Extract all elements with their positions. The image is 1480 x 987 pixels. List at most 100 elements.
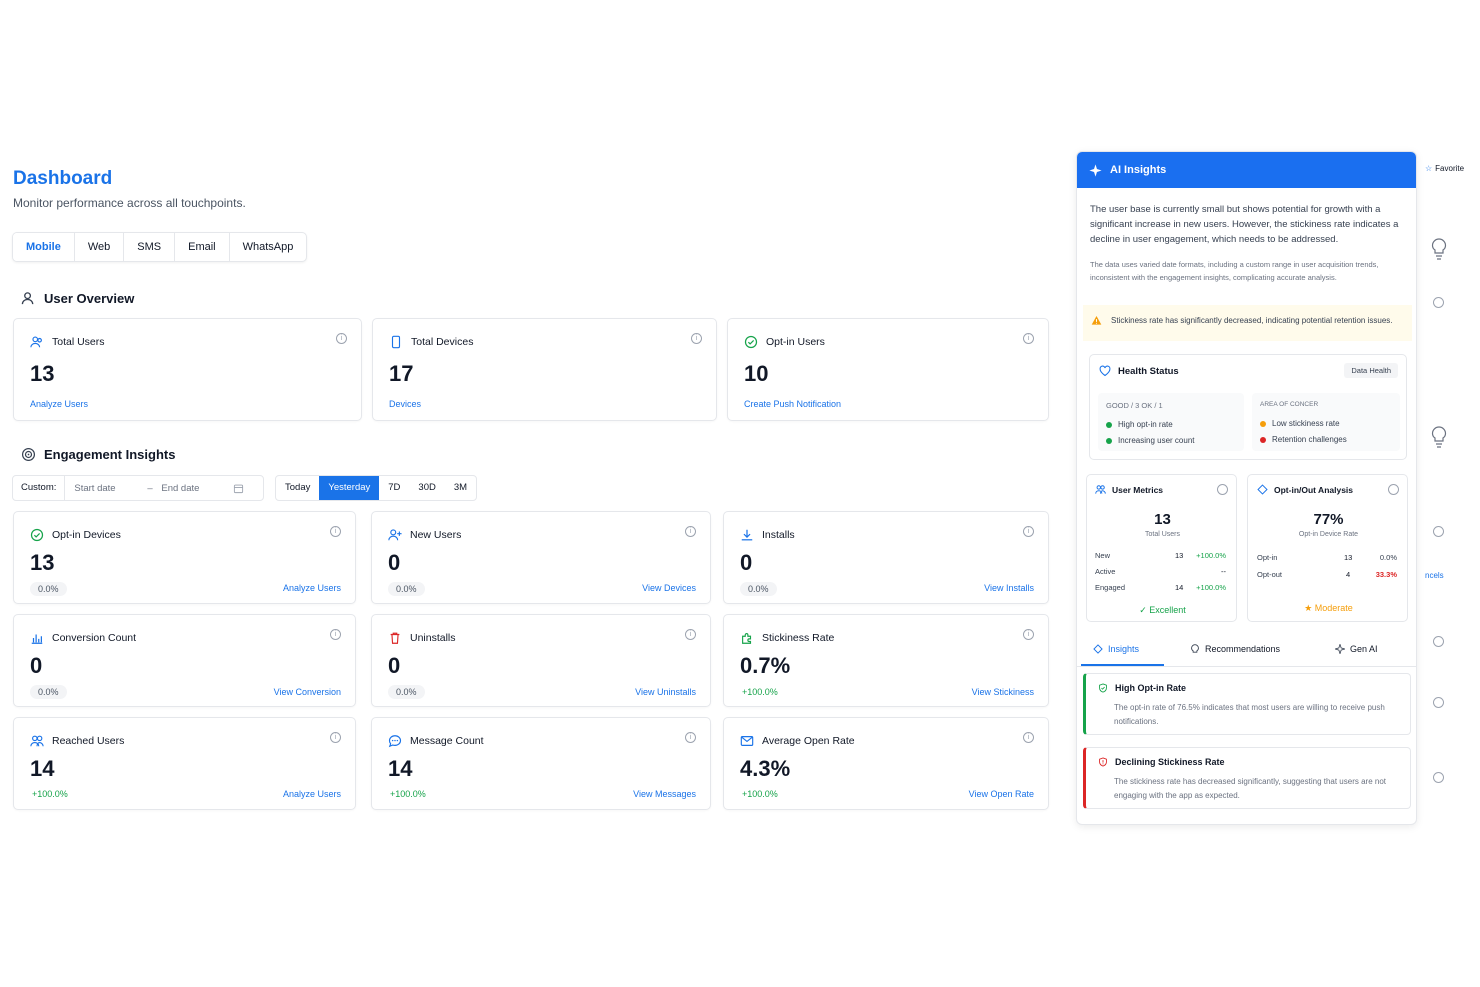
engagement-heading: Engagement Insights [21,447,175,462]
circle-icon[interactable] [1433,697,1444,708]
diamond-icon [1257,484,1268,495]
download-icon [741,529,753,541]
orange-dot [1260,420,1266,427]
card-value: 17 [389,361,414,386]
card-label: Message Count [410,735,484,747]
tab-recommendations[interactable]: Recommendations [1190,644,1280,654]
bulb-icon[interactable] [1431,238,1447,260]
cut-link[interactable]: ncels [1425,571,1444,580]
info-icon[interactable] [1433,297,1444,308]
puzzle-icon [742,633,752,644]
period-yesterday[interactable]: Yesterday [319,476,380,500]
range-separator: – [147,482,153,494]
tab-mobile[interactable]: Mobile [13,233,75,261]
info-icon[interactable] [1433,772,1444,783]
optin-value: 13 [1344,553,1353,562]
info-icon[interactable] [1217,484,1228,495]
bulb-icon[interactable] [1431,426,1447,448]
analyze-users-link[interactable]: Analyze Users [283,583,341,593]
ai-summary: The user base is currently small but sho… [1090,204,1399,245]
good-item: High opt-in rate [1106,420,1173,429]
health-status-card: Health Status Data Health GOOD / 3 OK / … [1089,354,1407,460]
average-open-rate-card: Average Open Rate i 4.3% +100.0% View Op… [723,717,1049,810]
target-icon [21,447,36,462]
device-icon [391,335,401,349]
card-value: 10 [744,361,769,386]
info-icon[interactable]: i [330,732,341,743]
analyze-users-link[interactable]: Analyze Users [283,789,341,799]
tab-gen-ai[interactable]: Gen AI [1335,644,1378,654]
circle-icon[interactable] [1433,636,1444,647]
info-icon[interactable]: i [691,333,702,344]
tab-sms[interactable]: SMS [124,233,176,261]
insight-card: Declining Stickiness Rate The stickiness… [1083,747,1411,809]
tab-web[interactable]: Web [75,233,125,261]
engagement-title: Engagement Insights [44,447,176,462]
view-stickiness-link[interactable]: View Stickiness [972,687,1034,697]
view-messages-link[interactable]: View Messages [633,789,696,799]
tab-whatsapp[interactable]: WhatsApp [230,233,307,261]
uninstalls-card: Uninstalls i 0 0.0% View Uninstalls [371,614,711,707]
info-icon[interactable]: i [1023,333,1034,344]
info-icon[interactable]: i [1023,732,1034,743]
optin-status: ★ Moderate [1304,603,1353,613]
period-today[interactable]: Today [276,476,319,500]
metric-change: +100.0% [1196,551,1226,560]
concern-item: Retention challenges [1260,435,1347,444]
period-7d[interactable]: 7D [379,476,409,500]
info-icon[interactable] [1388,484,1399,495]
change-badge: 0.0% [30,685,67,699]
health-status-title: Health Status [1118,365,1179,377]
info-icon[interactable]: i [685,732,696,743]
optout-change: 33.3% [1375,570,1397,579]
card-label: Reached Users [52,735,125,747]
warning-icon [1091,316,1102,325]
trash-icon [390,632,400,644]
user-icon [21,292,34,305]
period-30d[interactable]: 30D [409,476,444,500]
info-icon[interactable]: i [685,629,696,640]
card-value: 4.3% [740,756,791,781]
card-value: 0 [740,550,753,575]
tab-email[interactable]: Email [175,233,230,261]
info-icon[interactable]: i [685,526,696,537]
tab-insights[interactable]: Insights [1093,644,1139,654]
view-installs-link[interactable]: View Installs [984,583,1034,593]
info-icon[interactable]: i [336,333,347,344]
info-icon[interactable]: i [330,629,341,640]
change-text: +100.0% [742,687,778,697]
optin-users-card: Opt-in Users i 10 Create Push Notificati… [727,318,1049,421]
view-uninstalls-link[interactable]: View Uninstalls [635,687,696,697]
view-open-rate-link[interactable]: View Open Rate [969,789,1034,799]
info-icon[interactable] [1433,526,1444,537]
analyze-users-link[interactable]: Analyze Users [30,399,88,409]
end-date-input[interactable]: End date [161,483,233,494]
total-users-caption: Total Users [1144,531,1180,538]
check-icon: ✓ [1139,605,1147,615]
start-date-input[interactable]: Start date [65,483,147,494]
total-users-card: Total Users i 13 Analyze Users [13,318,362,421]
sparkle-icon [1089,163,1102,177]
metric-label: Engaged [1095,583,1126,592]
star-icon: ★ [1304,603,1313,613]
card-label: Opt-in Users [766,336,825,348]
optin-analysis-title: Opt-in/Out Analysis [1274,484,1354,495]
info-icon[interactable]: i [330,526,341,537]
view-conversion-link[interactable]: View Conversion [274,687,341,697]
mail-icon [740,736,754,746]
insight-title: High Opt-in Rate [1115,683,1186,693]
calendar-icon[interactable] [233,483,244,494]
card-value: 0 [388,550,401,575]
info-icon[interactable]: i [1023,629,1034,640]
info-icon[interactable]: i [1023,526,1034,537]
view-devices-link[interactable]: View Devices [642,583,696,593]
period-3m[interactable]: 3M [445,476,476,500]
data-health-badge[interactable]: Data Health [1344,363,1398,378]
card-label: New Users [410,529,462,541]
favorite-button[interactable]: ☆ Favorite [1425,164,1464,173]
card-label: Opt-in Devices [52,529,121,541]
create-push-notification-link[interactable]: Create Push Notification [744,399,841,409]
reached-users-card: Reached Users i 14 +100.0% Analyze Users [13,717,356,810]
devices-link[interactable]: Devices [389,399,421,409]
card-label: Conversion Count [52,632,137,644]
